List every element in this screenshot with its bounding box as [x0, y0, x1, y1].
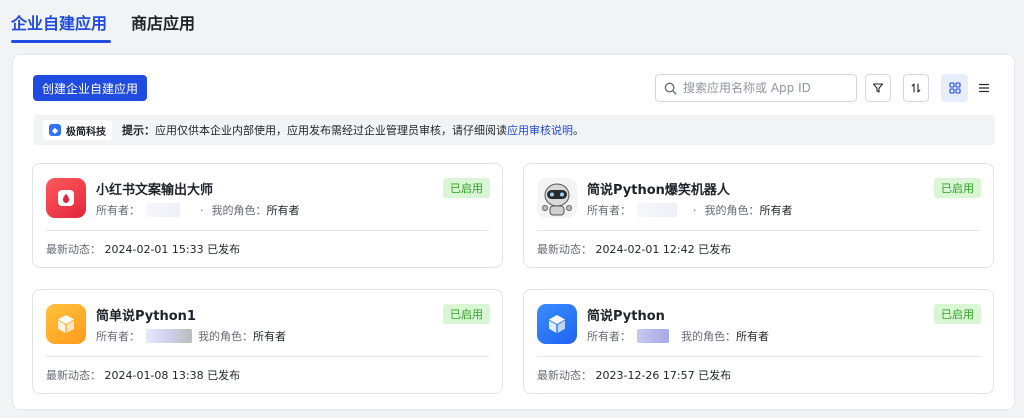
filter-icon	[872, 83, 884, 93]
app-card[interactable]: 小红书文案输出大师 已启用 所有者： · 我的角色： 所有者 最新动态： 202…	[32, 163, 503, 268]
app-meta: 所有者： · 我的角色： 所有者	[587, 202, 793, 218]
card-divider	[537, 230, 980, 231]
status-badge: 已启用	[934, 304, 981, 324]
status-badge: 已启用	[443, 304, 490, 324]
review-guide-link[interactable]: 应用审核说明	[507, 122, 573, 138]
card-divider	[46, 356, 489, 357]
owner-redacted	[637, 203, 677, 217]
blue-cube-icon	[537, 304, 577, 344]
red-note-icon	[46, 178, 86, 218]
app-card[interactable]: 简说Python 已启用 所有者： 我的角色： 所有者 最新动态： 2023-1…	[523, 289, 994, 394]
card-divider	[46, 230, 489, 231]
activity-label: 最新动态：	[537, 369, 592, 382]
role-label: 我的角色：	[704, 204, 760, 217]
sort-icon	[911, 83, 921, 93]
app-name: 简单说Python1	[96, 309, 196, 324]
tab-store-apps[interactable]: 商店应用	[131, 10, 195, 34]
app-name: 简说Python爆笑机器人	[587, 183, 730, 198]
activity-label: 最新动态：	[46, 369, 101, 382]
create-custom-app-button[interactable]: 创建企业自建应用	[33, 75, 147, 101]
app-card[interactable]: 简单说Python1 已启用 所有者： 我的角色： 所有者 最新动态： 2024…	[32, 289, 503, 394]
owner-label: 所有者：	[96, 330, 140, 343]
role-value: 所有者	[266, 204, 300, 217]
activity-value: 2023-12-26 17:57 已发布	[595, 369, 732, 382]
status-badge: 已启用	[443, 178, 490, 198]
owner-redacted	[637, 329, 669, 343]
notice-bar: ◆ 极简科技 提示： 应用仅供本企业内部使用，应用发布需经过企业管理员审核，请仔…	[33, 115, 995, 145]
app-name: 小红书文案输出大师	[96, 183, 214, 198]
search-icon	[664, 82, 677, 95]
activity-value: 2024-02-01 12:42 已发布	[595, 243, 732, 256]
orange-cube-icon	[46, 304, 86, 344]
filter-button[interactable]	[865, 74, 891, 102]
owner-label: 所有者：	[96, 204, 140, 217]
view-toggle	[941, 74, 997, 102]
activity-label: 最新动态：	[537, 243, 592, 256]
role-label: 我的角色：	[211, 204, 267, 217]
list-view-icon	[978, 83, 989, 93]
app-name: 简说Python	[587, 309, 665, 324]
notice-label: 提示：	[122, 124, 155, 137]
app-meta: 所有者： · 我的角色： 所有者	[96, 202, 300, 218]
tenant-logo-icon: ◆	[49, 124, 61, 136]
meta-separator: ·	[200, 203, 204, 217]
tab-custom-apps[interactable]: 企业自建应用	[11, 10, 107, 34]
latest-activity: 最新动态： 2024-02-01 15:33 已发布	[46, 241, 240, 257]
grid-view-button[interactable]	[941, 74, 968, 102]
app-meta: 所有者： 我的角色： 所有者	[96, 328, 286, 344]
tenant-badge: ◆ 极简科技	[43, 120, 112, 140]
active-tab-indicator	[11, 40, 111, 43]
activity-label: 最新动态：	[46, 243, 101, 256]
owner-label: 所有者：	[587, 330, 631, 343]
owner-label: 所有者：	[587, 204, 631, 217]
latest-activity: 最新动态： 2024-01-08 13:38 已发布	[46, 367, 240, 383]
notice-text: 应用仅供本企业内部使用，应用发布需经过企业管理员审核，请仔细阅读	[155, 124, 507, 137]
latest-activity: 最新动态： 2024-02-01 12:42 已发布	[537, 241, 731, 257]
role-value: 所有者	[253, 330, 286, 343]
tenant-name: 极简科技	[66, 126, 106, 138]
role-label: 我的角色：	[681, 330, 736, 343]
sort-button[interactable]	[903, 74, 929, 102]
role-value: 所有者	[759, 204, 793, 217]
tab-bar: 企业自建应用 商店应用	[0, 0, 1024, 44]
latest-activity: 最新动态： 2023-12-26 17:57 已发布	[537, 367, 731, 383]
apps-panel: 创建企业自建应用 搜索应用名称或 App ID ◆ 极简科技 提示： 应用仅供本…	[12, 54, 1015, 410]
status-badge: 已启用	[934, 178, 981, 198]
robot-avatar-icon	[537, 178, 577, 218]
activity-value: 2024-02-01 15:33 已发布	[104, 243, 241, 256]
owner-redacted	[146, 329, 192, 343]
role-label: 我的角色：	[198, 330, 253, 343]
activity-value: 2024-01-08 13:38 已发布	[104, 369, 241, 382]
search-input[interactable]	[683, 81, 853, 95]
notice-end: 。	[573, 124, 584, 137]
search-box[interactable]	[655, 74, 857, 102]
card-divider	[537, 356, 980, 357]
app-card[interactable]: 简说Python爆笑机器人 已启用 所有者： · 我的角色： 所有者 最新动态：…	[523, 163, 994, 268]
role-value: 所有者	[736, 330, 769, 343]
list-view-button[interactable]	[970, 74, 997, 102]
app-meta: 所有者： 我的角色： 所有者	[587, 328, 769, 344]
owner-redacted	[146, 203, 180, 217]
meta-separator: ·	[693, 203, 697, 217]
grid-view-icon	[948, 82, 961, 94]
